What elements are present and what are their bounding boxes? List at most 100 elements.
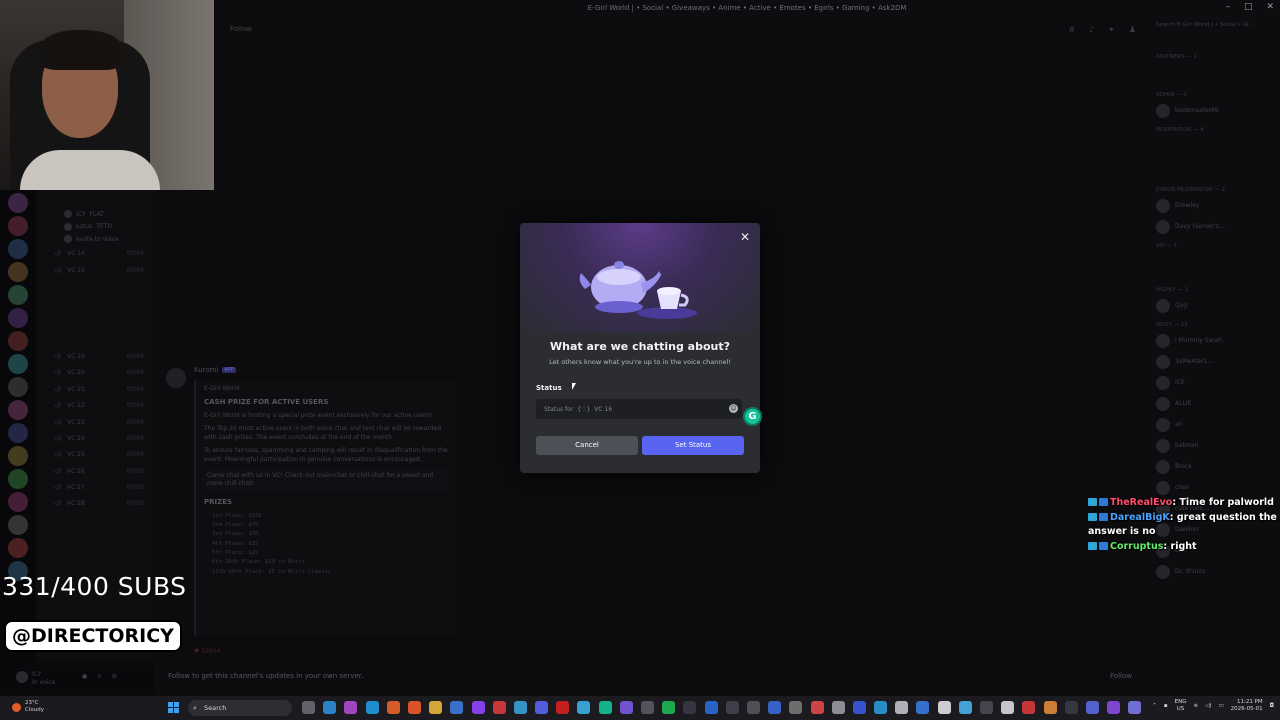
weather-widget[interactable]: 23°C Cloudy bbox=[12, 700, 44, 714]
app-icon[interactable] bbox=[789, 701, 803, 714]
app-icon[interactable] bbox=[1085, 701, 1099, 714]
windows-start-icon[interactable] bbox=[168, 702, 180, 714]
app-icon[interactable] bbox=[958, 701, 972, 714]
app-icon[interactable] bbox=[641, 701, 654, 714]
app-icon[interactable] bbox=[1128, 701, 1142, 714]
task-view-icon[interactable] bbox=[302, 701, 315, 714]
cancel-button[interactable]: Cancel bbox=[536, 436, 638, 455]
app-icon[interactable] bbox=[980, 701, 993, 714]
app-icon[interactable] bbox=[344, 701, 358, 714]
steam-icon[interactable] bbox=[874, 701, 888, 714]
app-icon[interactable] bbox=[937, 701, 951, 714]
app-icon[interactable] bbox=[323, 701, 337, 714]
chevron-up-icon[interactable]: ⌃ bbox=[1152, 703, 1157, 709]
threads-icon[interactable]: # bbox=[1068, 25, 1075, 34]
app-icon[interactable] bbox=[746, 701, 760, 714]
voice-member[interactable]: Lotus TETO bbox=[36, 221, 154, 234]
app-icon[interactable] bbox=[1064, 701, 1078, 714]
member-item[interactable]: ari bbox=[1150, 414, 1280, 435]
app-icon[interactable] bbox=[492, 701, 506, 714]
server-icon[interactable] bbox=[8, 423, 28, 443]
app-icon[interactable] bbox=[1107, 701, 1121, 714]
member-item[interactable]: Davy (Server's... bbox=[1150, 216, 1280, 237]
notification-icon[interactable]: ◘ bbox=[1270, 703, 1274, 709]
app-icon[interactable] bbox=[619, 701, 633, 714]
grammarly-icon[interactable]: G bbox=[743, 407, 762, 426]
spotify-icon[interactable] bbox=[662, 701, 676, 714]
follow-header-button[interactable]: Follow bbox=[230, 25, 252, 33]
pin-icon[interactable]: ✦ bbox=[1108, 25, 1115, 34]
app-icon[interactable] bbox=[704, 701, 718, 714]
server-icon[interactable] bbox=[8, 331, 28, 351]
server-icon[interactable] bbox=[8, 262, 28, 282]
voice-channel[interactable]: ◁) VC 26 00/99 bbox=[36, 463, 154, 479]
app-icon[interactable] bbox=[683, 701, 697, 714]
voice-channel[interactable]: ◁) VC 19 00/99 bbox=[36, 348, 154, 364]
member-item[interactable]: 3aMe4ter1... bbox=[1150, 351, 1280, 372]
mic-icon[interactable]: ● bbox=[82, 673, 87, 680]
server-icon[interactable] bbox=[8, 239, 28, 259]
voice-channel[interactable]: ◁) VC 23 00/99 bbox=[36, 414, 154, 430]
member-search-input[interactable]: Search E-Girl World | • Social • Gi... bbox=[1156, 22, 1274, 34]
voice-channel[interactable]: ◁) VC 25 00/99 bbox=[36, 447, 154, 463]
server-icon[interactable] bbox=[8, 446, 28, 466]
reaction-count[interactable]: ♥ 32804 bbox=[194, 648, 220, 655]
voice-channel[interactable]: ◁) VC 24 00/99 bbox=[36, 430, 154, 446]
voice-channel[interactable]: ◁) VC 27 00/99 bbox=[36, 479, 154, 495]
member-item[interactable]: ALLIE bbox=[1150, 393, 1280, 414]
server-icon[interactable] bbox=[8, 308, 28, 328]
app-icon[interactable] bbox=[556, 701, 570, 714]
app-icon[interactable] bbox=[1001, 701, 1015, 714]
wifi-icon[interactable]: ≋ bbox=[1193, 703, 1198, 709]
headphones-icon[interactable]: ∩ bbox=[97, 673, 101, 680]
discord-icon[interactable] bbox=[535, 701, 549, 714]
app-icon[interactable] bbox=[1043, 701, 1057, 714]
voice-channel[interactable]: ◁) VC 16 00/99 bbox=[36, 262, 154, 278]
edge-icon[interactable] bbox=[365, 701, 379, 714]
taskbar-search[interactable]: ⌕ Search bbox=[188, 700, 292, 716]
server-icon[interactable] bbox=[8, 469, 28, 489]
voice-channel[interactable]: ◁) VC 14 00/99 bbox=[36, 246, 154, 262]
app-icon[interactable] bbox=[810, 701, 824, 714]
server-icon[interactable] bbox=[8, 216, 28, 236]
server-icon[interactable] bbox=[8, 377, 28, 397]
grammarly-taskbar-icon[interactable] bbox=[598, 701, 612, 714]
minimize-button[interactable]: – bbox=[1225, 2, 1230, 12]
app-icon[interactable] bbox=[725, 701, 739, 714]
member-item[interactable]: ICE bbox=[1150, 372, 1280, 393]
app-icon[interactable] bbox=[895, 701, 909, 714]
firefox-icon[interactable] bbox=[386, 701, 400, 714]
server-icon[interactable] bbox=[8, 492, 28, 512]
close-modal-button[interactable]: ✕ bbox=[739, 231, 751, 243]
voice-member[interactable]: ICY FLAT bbox=[36, 208, 154, 221]
follow-button[interactable]: Follow bbox=[1110, 672, 1132, 680]
app-icon[interactable] bbox=[852, 701, 866, 714]
gear-icon[interactable]: ⚙ bbox=[112, 673, 117, 680]
brave-icon[interactable] bbox=[407, 701, 421, 714]
member-item[interactable]: chev bbox=[1150, 477, 1280, 498]
members-icon[interactable]: ♟ bbox=[1129, 25, 1136, 34]
twitch-icon[interactable] bbox=[471, 701, 485, 714]
server-icon[interactable] bbox=[8, 515, 28, 535]
member-item[interactable]: Drewley bbox=[1150, 195, 1280, 216]
app-icon[interactable] bbox=[1022, 701, 1036, 714]
app-icon[interactable] bbox=[768, 701, 782, 714]
avatar[interactable] bbox=[166, 368, 186, 388]
member-item[interactable]: Dr. Shinzu bbox=[1150, 561, 1280, 582]
voice-channel[interactable]: ◁) VC 21 00/99 bbox=[36, 381, 154, 397]
volume-icon[interactable]: ◁) bbox=[1205, 703, 1211, 709]
member-item[interactable]: Brock bbox=[1150, 456, 1280, 477]
avatar[interactable] bbox=[16, 671, 28, 683]
bell-icon[interactable]: ♪ bbox=[1089, 25, 1094, 34]
server-icon[interactable] bbox=[8, 354, 28, 374]
set-status-button[interactable]: Set Status bbox=[642, 436, 744, 455]
battery-icon[interactable]: ▭ bbox=[1218, 703, 1223, 709]
app-icon[interactable] bbox=[577, 701, 591, 714]
member-item[interactable]: I Mommy Sarah bbox=[1150, 330, 1280, 351]
server-icon[interactable] bbox=[8, 193, 28, 213]
server-icon[interactable] bbox=[8, 400, 28, 420]
close-window-button[interactable]: ✕ bbox=[1266, 2, 1274, 12]
server-icon[interactable] bbox=[8, 285, 28, 305]
member-item[interactable]: batman bbox=[1150, 435, 1280, 456]
voice-channel[interactable]: ◁) VC 22 00/99 bbox=[36, 397, 154, 413]
